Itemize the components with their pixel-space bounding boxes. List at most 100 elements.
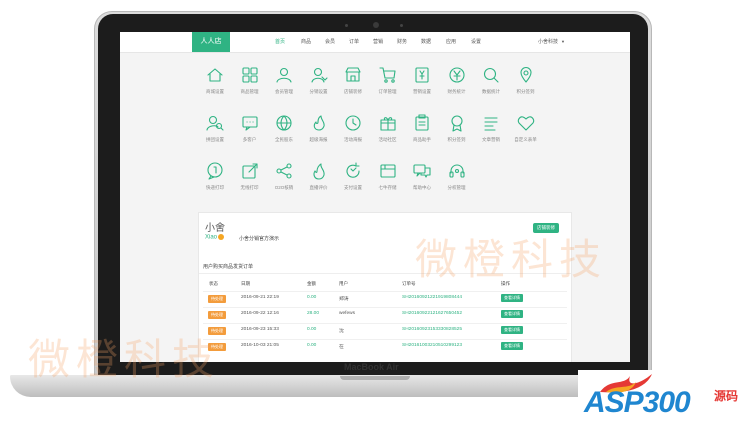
view-detail-button[interactable]: 查看详情 (501, 294, 523, 302)
function-tile[interactable]: 自定义表单 (509, 110, 543, 146)
function-tile-label: 商城设置 (206, 89, 224, 94)
function-tile[interactable]: 积分签到 (509, 62, 543, 98)
nav-item-settings[interactable]: 设置 (471, 32, 481, 52)
function-tile[interactable]: 拼团设置 (198, 110, 232, 146)
nav-item-members[interactable]: 会员 (325, 32, 335, 52)
function-tile-label: 超级海报 (309, 137, 328, 142)
function-tile[interactable]: 营销设置 (405, 62, 439, 98)
user-name: 小舍科技 (538, 39, 559, 45)
order-user: 郑涛 (339, 297, 349, 302)
function-tile[interactable]: 商城设置 (198, 62, 232, 98)
brand-logo[interactable]: 人人店 (192, 32, 230, 52)
function-tile-label: 文章营销 (482, 137, 500, 142)
function-tile-label: 直播评价 (309, 185, 328, 190)
function-tile-label: 自定义表单 (514, 137, 537, 142)
globe-icon (276, 115, 292, 131)
shop-name: 小舍分销官方演示 (239, 236, 280, 242)
function-tile[interactable]: 财务统计 (440, 62, 474, 98)
function-tile[interactable]: 快递打印 (198, 158, 232, 194)
gift-icon (379, 117, 396, 131)
users-icon (310, 67, 328, 83)
order-date: 2016-09-23 15:33 (241, 327, 279, 332)
asp300-text: ASP300 (584, 386, 691, 420)
function-tile[interactable]: 订单管理 (371, 62, 405, 98)
function-tile-label: 活动社区 (378, 137, 397, 142)
function-tile[interactable]: O2O核销 (267, 158, 301, 194)
function-tile[interactable]: 七牛存储 (371, 158, 405, 194)
order-number[interactable]: SH20161003210510299123 (402, 343, 462, 348)
function-tile[interactable]: 直播评价 (302, 158, 336, 194)
clipboard-icon (415, 114, 429, 131)
section-title: 用户购买商品发货订单 (203, 264, 254, 270)
order-number[interactable]: SH20160921221919808444 (402, 295, 462, 300)
cloud-icon (379, 164, 396, 178)
function-tile-label: 店铺装修 (344, 89, 362, 94)
asp300-logo: ASP300 源码 (578, 370, 750, 425)
function-tile[interactable]: 全民股东 (267, 110, 301, 146)
function-tile[interactable]: 店铺装修 (336, 62, 370, 98)
order-amount: 0.00 (307, 327, 317, 332)
table-row: 待处理 2016-10-03 21:05 0.00 在 SH20161003210510… (203, 339, 567, 354)
col-header-user: 用户 (339, 281, 348, 286)
view-detail-button[interactable]: 查看详情 (501, 342, 523, 350)
nav-item-home[interactable]: 首页 (275, 32, 285, 52)
order-user: 沈 (339, 329, 344, 334)
share-icon (276, 163, 292, 179)
asp300-cn: 源码 (714, 389, 739, 403)
order-amount: 0.00 (307, 295, 317, 300)
nav-item-data[interactable]: 数据 (421, 32, 431, 52)
function-tile[interactable]: 商品管理 (233, 62, 267, 98)
caret-down-icon: ▼ (561, 39, 565, 44)
order-user: wefews (339, 311, 355, 316)
function-tile[interactable]: 分销设置 (302, 62, 336, 98)
watermark-text: 微橙科技 (415, 236, 608, 283)
function-tile-label: 多客户 (242, 137, 257, 142)
list-icon (484, 117, 498, 131)
function-tile[interactable]: 数据统计 (474, 62, 508, 98)
status-badge: 待处理 (208, 295, 226, 303)
function-tile[interactable]: 无线打印 (233, 158, 267, 194)
function-tile[interactable]: 分权管理 (440, 158, 474, 194)
view-detail-button[interactable]: 查看详情 (501, 310, 523, 318)
col-header-date: 日期 (241, 281, 250, 286)
badge-icon (450, 115, 463, 132)
shop-logo-cn: 小舍 (205, 223, 225, 234)
watermark-text: 微橙科技 (28, 336, 221, 383)
sensor-dot (400, 24, 403, 27)
function-tile[interactable]: 文章营销 (474, 110, 508, 146)
function-tile[interactable]: 商品助手 (405, 110, 439, 146)
chat-double-icon (413, 164, 431, 178)
function-tile-label: 商品管理 (240, 89, 259, 94)
user-menu[interactable]: 小舍科技 ▼ (538, 32, 565, 52)
grid-icon (241, 67, 258, 83)
function-tile[interactable]: 活动海报 (336, 110, 370, 146)
function-tile-label: 全民股东 (275, 137, 293, 142)
user-icon (276, 67, 292, 83)
order-date: 2016-09-22 12:16 (241, 311, 279, 316)
function-tile-label: 积分签到 (447, 137, 466, 142)
nav-item-goods[interactable]: 商品 (301, 32, 311, 52)
asp300-main: ASP300 (584, 386, 691, 419)
status-badge: 待处理 (208, 311, 226, 319)
order-number[interactable]: SH20160922121627650452 (402, 311, 462, 316)
nav-item-marketing[interactable]: 营销 (373, 32, 383, 52)
view-detail-button[interactable]: 查看详情 (501, 326, 523, 334)
shop-logo: 小舍 Xiao (205, 219, 225, 241)
user-search-icon (206, 115, 224, 131)
function-tile[interactable]: 多客户 (233, 110, 267, 146)
function-tile-label: 拼团设置 (206, 137, 224, 142)
function-tile[interactable]: 帮助中心 (405, 158, 439, 194)
function-tile-label: 数据统计 (482, 89, 500, 94)
nav-item-finance[interactable]: 财务 (397, 32, 407, 52)
sensor-dot (345, 24, 348, 27)
function-tile[interactable]: 超级海报 (302, 110, 336, 146)
function-tile[interactable]: 积分签到 (440, 110, 474, 146)
order-number[interactable]: SH20160923153330828525 (402, 327, 462, 332)
function-tile[interactable]: 支付设置 (336, 158, 370, 194)
table-row: 待处理 2016-09-21 22:19 0.00 郑涛 SH2016092122191… (203, 291, 567, 306)
function-tile[interactable]: 会员管理 (267, 62, 301, 98)
nav-item-apps[interactable]: 应用 (446, 32, 456, 52)
order-user: 在 (339, 345, 344, 350)
nav-item-orders[interactable]: 订单 (349, 32, 359, 52)
function-tile[interactable]: 活动社区 (371, 110, 405, 146)
